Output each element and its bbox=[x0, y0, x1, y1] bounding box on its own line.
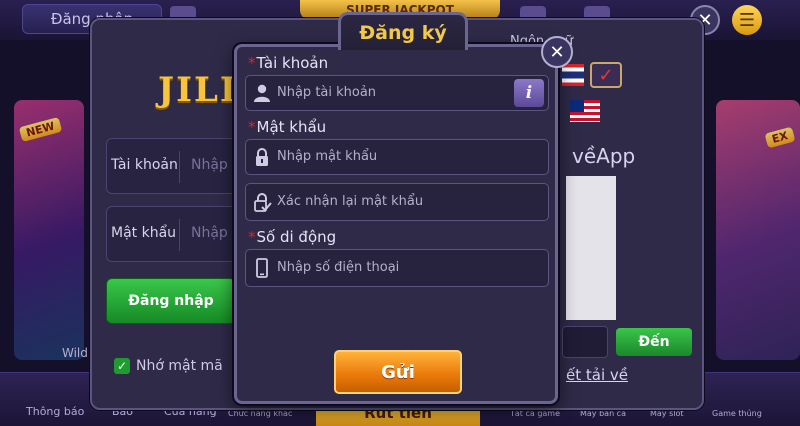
jili-logo: JILI bbox=[158, 70, 238, 110]
login-password-label: Mật khẩu bbox=[111, 225, 177, 241]
malaysia-flag-icon[interactable] bbox=[570, 100, 600, 122]
phone-label: *Số di động bbox=[248, 228, 336, 246]
download-app-title: vềApp bbox=[572, 144, 636, 168]
register-title: Đăng ký bbox=[338, 12, 468, 50]
confirm-password-input[interactable]: Xác nhận lại mật khẩu bbox=[245, 183, 549, 221]
account-label: *Tài khoản bbox=[248, 54, 328, 72]
confirm-password-placeholder: Xác nhận lại mật khẩu bbox=[277, 194, 424, 209]
nav-all-games[interactable]: Tất cả game bbox=[510, 409, 560, 418]
submit-button[interactable]: Gửi bbox=[334, 350, 462, 394]
login-account-placeholder: Nhập bbox=[191, 157, 228, 173]
nav-notice[interactable]: Thông báo bbox=[26, 405, 84, 418]
required-mark: * bbox=[248, 228, 256, 246]
remember-label: Nhớ mật mã bbox=[136, 358, 223, 374]
required-mark: * bbox=[248, 54, 256, 72]
phone-input[interactable]: Nhập số điện thoại bbox=[245, 249, 549, 287]
user-icon bbox=[254, 84, 270, 102]
nav-games[interactable]: Game thủng bbox=[712, 409, 762, 418]
ex-tag: EX bbox=[764, 126, 796, 149]
game-card-caption: Wild bbox=[62, 346, 88, 360]
download-link[interactable]: ết tải về bbox=[566, 366, 628, 384]
checkbox-icon[interactable]: ✓ bbox=[114, 358, 130, 374]
nav-fishing[interactable]: Máy bắn cá bbox=[580, 409, 626, 418]
remember-password[interactable]: ✓ Nhớ mật mã bbox=[114, 358, 223, 374]
login-password-field[interactable]: Mật khẩu Nhập bbox=[106, 206, 246, 262]
password-input[interactable]: Nhập mật khẩu bbox=[245, 139, 549, 175]
vietnam-selected-check-icon[interactable]: ✓ bbox=[590, 62, 622, 88]
info-button[interactable]: i bbox=[514, 79, 544, 107]
account-input[interactable]: Nhập tài khoản i bbox=[245, 75, 549, 111]
game-card-right[interactable]: EX bbox=[716, 100, 800, 360]
password-label: *Mật khẩu bbox=[248, 118, 326, 136]
go-button[interactable]: Đến bbox=[616, 328, 692, 356]
thai-flag-icon[interactable] bbox=[562, 64, 584, 86]
password-label-text: Mật khẩu bbox=[256, 118, 327, 136]
phone-label-text: Số di động bbox=[256, 228, 337, 246]
password-placeholder: Nhập mật khẩu bbox=[277, 149, 378, 164]
account-placeholder: Nhập tài khoản bbox=[277, 85, 377, 100]
game-card-left[interactable]: NEW Wild bbox=[14, 100, 88, 360]
account-label-text: Tài khoản bbox=[256, 54, 329, 72]
nav-slots[interactable]: Máy slot bbox=[650, 409, 684, 418]
login-button[interactable]: Đăng nhập bbox=[106, 278, 236, 324]
login-account-label: Tài khoản bbox=[111, 157, 178, 173]
qr-code bbox=[566, 176, 616, 320]
divider bbox=[179, 219, 180, 251]
close-button[interactable]: ✕ bbox=[541, 36, 573, 68]
code-input[interactable] bbox=[562, 326, 608, 358]
phone-placeholder: Nhập số điện thoại bbox=[277, 260, 400, 275]
required-mark: * bbox=[248, 118, 256, 136]
lock-icon bbox=[256, 148, 268, 166]
divider bbox=[179, 151, 180, 183]
phone-icon bbox=[256, 258, 268, 278]
menu-icon[interactable]: ☰ bbox=[732, 5, 762, 35]
login-account-field[interactable]: Tài khoản Nhập bbox=[106, 138, 246, 194]
nav-more[interactable]: Chức năng khác bbox=[228, 409, 292, 418]
lock-check-icon bbox=[254, 193, 272, 212]
login-password-placeholder: Nhập bbox=[191, 225, 228, 241]
new-tag: NEW bbox=[18, 116, 63, 143]
